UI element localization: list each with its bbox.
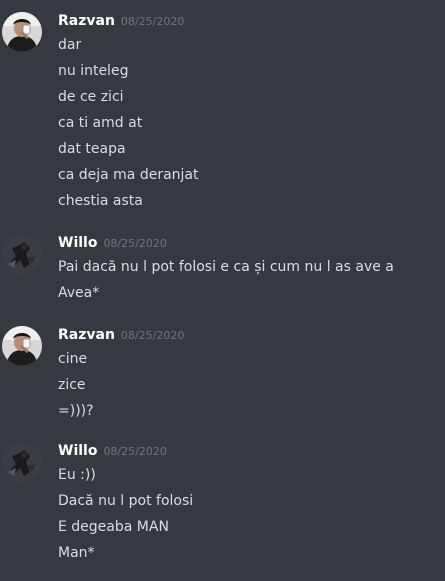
message-text: Pai dacă nu l pot folosi e ca și cum nu … bbox=[58, 259, 394, 275]
message-text: cine bbox=[58, 351, 88, 367]
chat-message-list: Razvan 08/25/2020 dar nu inteleg de ce zi… bbox=[0, 0, 445, 581]
timestamp: 08/25/2020 bbox=[120, 329, 185, 342]
message-text: ca ti amd at bbox=[58, 115, 143, 131]
willo-character-avatar-icon bbox=[2, 234, 42, 274]
message-text: zice bbox=[58, 377, 86, 393]
message-header: Willo 08/25/2020 bbox=[58, 232, 167, 254]
willo-avatar[interactable] bbox=[2, 442, 42, 482]
willo-avatar[interactable] bbox=[2, 234, 42, 274]
message-text: =)))? bbox=[58, 403, 94, 419]
timestamp: 08/25/2020 bbox=[103, 445, 167, 458]
message-text: Avea* bbox=[58, 285, 100, 301]
username[interactable]: Willo bbox=[58, 235, 97, 251]
message-text: Dacă nu l pot folosi bbox=[58, 493, 194, 509]
message-text: Man* bbox=[58, 545, 95, 561]
message-text: nu inteleg bbox=[58, 63, 129, 79]
message-text: de ce zici bbox=[58, 89, 124, 105]
message-text: ca deja ma deranjat bbox=[58, 167, 199, 183]
willo-character-avatar-icon bbox=[2, 442, 42, 482]
username[interactable]: Razvan bbox=[58, 13, 115, 29]
username[interactable]: Razvan bbox=[58, 327, 115, 343]
message-header: Willo 08/25/2020 bbox=[58, 440, 167, 462]
message-header: Razvan 08/25/2020 bbox=[58, 324, 184, 346]
razvan-photo-avatar-icon bbox=[2, 12, 42, 52]
message-text: dat teapa bbox=[58, 141, 126, 157]
message-text: E degeaba MAN bbox=[58, 519, 169, 535]
message-lines: dar nu inteleg de ce zici ca ti amd at d… bbox=[58, 32, 198, 214]
razvan-avatar[interactable] bbox=[2, 12, 42, 52]
message-lines: Eu :)) Dacă nu l pot folosi E degeaba MA… bbox=[58, 462, 193, 566]
razvan-photo-avatar-icon bbox=[2, 326, 42, 366]
message-header: Razvan 08/25/2020 bbox=[58, 10, 184, 32]
message-text: Eu :)) bbox=[58, 467, 96, 483]
timestamp: 08/25/2020 bbox=[120, 15, 185, 28]
razvan-avatar[interactable] bbox=[2, 326, 42, 366]
timestamp: 08/25/2020 bbox=[103, 237, 167, 250]
message-lines: Pai dacă nu l pot folosi e ca și cum nu … bbox=[58, 254, 394, 306]
username[interactable]: Willo bbox=[58, 443, 97, 459]
message-text: dar bbox=[58, 37, 82, 53]
message-lines: cine zice =)))? bbox=[58, 346, 94, 424]
message-text: chestia asta bbox=[58, 193, 143, 209]
